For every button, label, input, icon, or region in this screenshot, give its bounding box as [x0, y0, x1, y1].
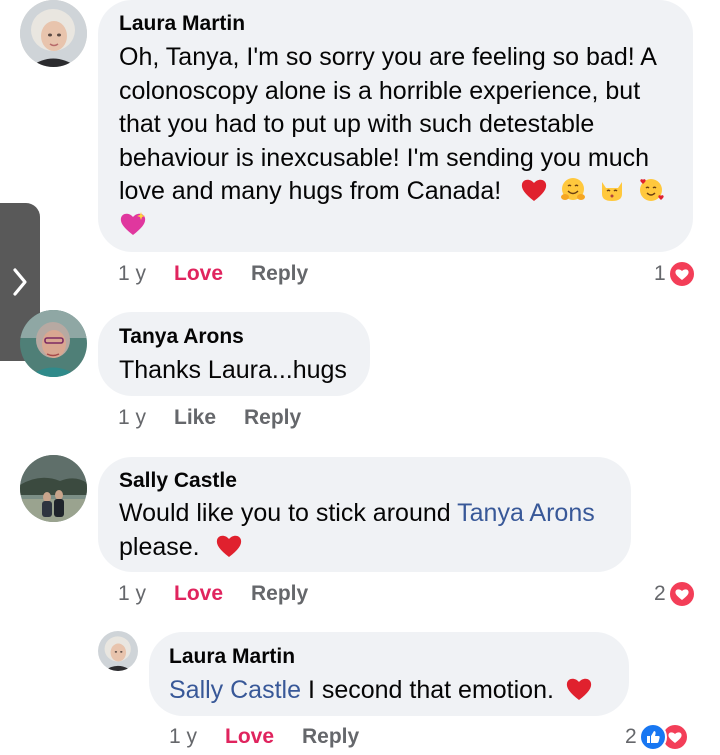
- avatar[interactable]: [20, 455, 87, 522]
- avatar[interactable]: [20, 0, 87, 67]
- reply-button[interactable]: Reply: [244, 406, 301, 430]
- red-heart-emoji: [521, 179, 547, 201]
- comment-text: Sally Castle I second that emotion.: [169, 674, 593, 708]
- comment-time[interactable]: 1 y: [118, 262, 146, 286]
- reaction-summary[interactable]: 2: [654, 580, 696, 608]
- comment-time[interactable]: 1 y: [118, 582, 146, 606]
- red-heart-emoji: [566, 678, 592, 700]
- comment-author[interactable]: Laura Martin: [119, 12, 245, 36]
- reply-button[interactable]: Reply: [251, 262, 308, 286]
- comment-time[interactable]: 1 y: [118, 406, 146, 430]
- comment-author[interactable]: Sally Castle: [119, 469, 237, 493]
- comment-text: Would like you to stick around Tanya Aro…: [119, 499, 595, 561]
- comment-text: Thanks Laura...hugs: [119, 356, 347, 384]
- red-heart-emoji: [216, 535, 241, 557]
- chevron-right-icon: [13, 268, 27, 296]
- comment-actions: 1 y Love Reply: [169, 725, 469, 751]
- comment-actions: 1 y Love Reply: [118, 262, 418, 288]
- reaction-summary[interactable]: 1: [654, 260, 696, 288]
- reply-button[interactable]: Reply: [251, 582, 308, 606]
- comment-author[interactable]: Tanya Arons: [119, 325, 244, 349]
- sparkling-heart-emoji: [120, 211, 146, 235]
- reaction-summary[interactable]: 2: [625, 723, 689, 751]
- mention-link[interactable]: Sally Castle: [169, 676, 301, 704]
- avatar[interactable]: [98, 631, 138, 671]
- kissing-cat-emoji: [602, 182, 623, 201]
- comment-author[interactable]: Laura Martin: [169, 645, 295, 669]
- comment-text: Oh, Tanya, I'm so sorry you are feeling …: [119, 41, 679, 242]
- love-button[interactable]: Love: [174, 262, 223, 286]
- comment-actions: 1 y Like Reply: [118, 406, 418, 432]
- like-reaction-icon: [638, 723, 667, 751]
- like-button[interactable]: Like: [174, 406, 216, 430]
- love-button[interactable]: Love: [174, 582, 223, 606]
- reply-button[interactable]: Reply: [302, 725, 359, 749]
- mention-link[interactable]: Tanya Arons: [457, 499, 595, 527]
- hugging-face-emoji: [561, 178, 586, 200]
- avatar[interactable]: [20, 310, 87, 377]
- love-button[interactable]: Love: [225, 725, 274, 749]
- heart-reaction-icon: [667, 580, 696, 608]
- heart-reaction-icon: [667, 260, 696, 288]
- comment-time[interactable]: 1 y: [169, 725, 197, 749]
- smiling-face-with-hearts-emoji: [639, 179, 664, 201]
- comment-actions: 1 y Love Reply: [118, 582, 418, 608]
